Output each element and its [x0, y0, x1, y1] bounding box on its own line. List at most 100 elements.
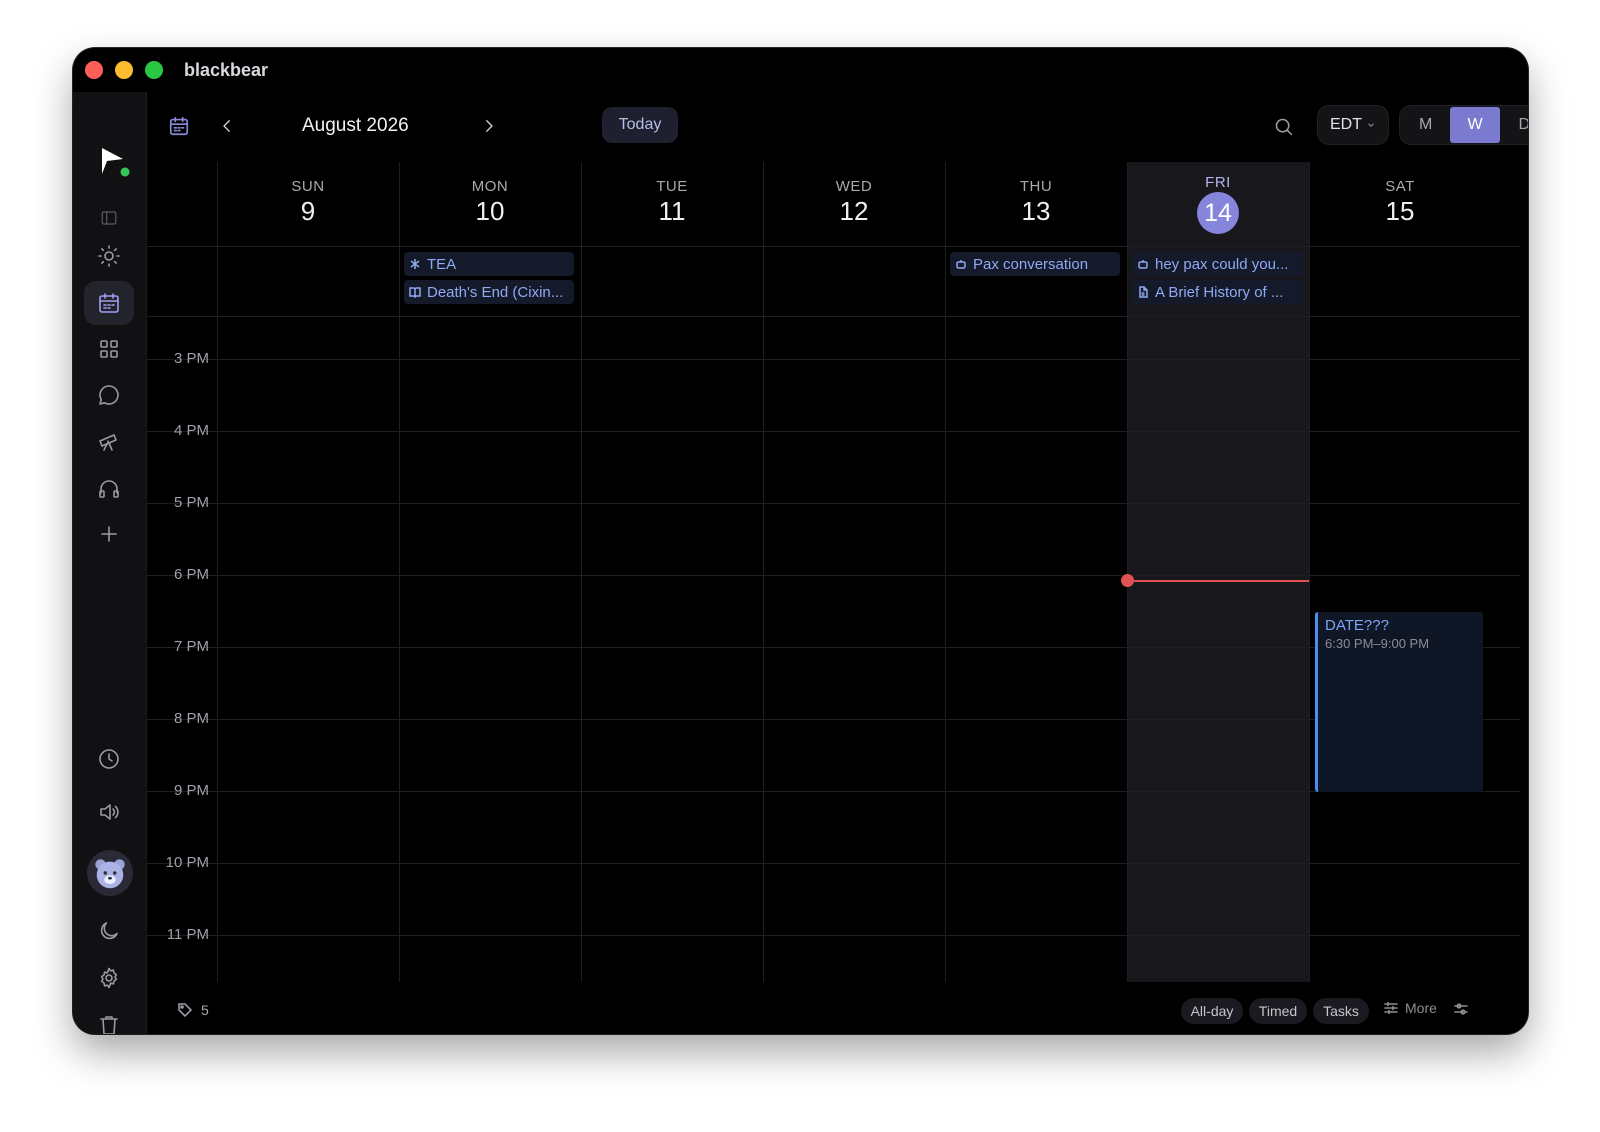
chevron-down-icon — [1368, 123, 1374, 127]
user-avatar[interactable] — [87, 850, 133, 896]
day-header-thu[interactable]: THU 13 — [945, 162, 1127, 246]
chevron-right-icon — [486, 120, 493, 132]
day-number: 9 — [300, 196, 316, 226]
time-label: 8 PM — [173, 710, 209, 727]
sidebar-item-apps[interactable] — [84, 327, 134, 371]
close-window-button[interactable] — [85, 61, 103, 79]
grid-icon — [100, 340, 118, 358]
event-title: Death's End (Cixin... — [427, 283, 564, 301]
allday-event[interactable]: TEA — [404, 252, 574, 276]
day-column-sat[interactable] — [1309, 162, 1491, 982]
day-column-wed[interactable] — [763, 162, 945, 982]
allday-event[interactable]: A Brief History of ... — [1132, 280, 1303, 304]
filter-allday[interactable]: All-day — [1181, 998, 1243, 1024]
maximize-window-button[interactable] — [145, 61, 163, 79]
timed-event[interactable]: DATE??? 6:30 PM–9:00 PM — [1315, 612, 1483, 792]
allday-event[interactable]: Death's End (Cixin... — [404, 280, 574, 304]
event-title: TEA — [427, 255, 457, 273]
view-options-button[interactable] — [1453, 1001, 1469, 1022]
day-number: 11 — [658, 196, 686, 226]
sidebar-item-theme[interactable] — [84, 909, 134, 953]
bot-icon — [1138, 260, 1148, 269]
hour-line — [147, 503, 1520, 504]
calendar-footer: 5 All-day Timed Tasks More — [147, 982, 1528, 1034]
more-label: More — [1405, 1000, 1437, 1016]
sidebar-item-calendar[interactable] — [84, 281, 134, 325]
trash-icon — [100, 1016, 118, 1034]
day-of-week: SAT — [1385, 178, 1415, 195]
search-icon — [1275, 118, 1292, 135]
month-view-button[interactable]: M — [1401, 107, 1450, 143]
search-button[interactable] — [1270, 113, 1296, 139]
timezone-label: EDT — [1330, 116, 1362, 133]
header-divider — [147, 246, 1520, 247]
plus-icon — [101, 526, 117, 542]
sidebar-item-trash[interactable] — [84, 1003, 134, 1034]
week-view-button[interactable]: W — [1450, 107, 1500, 143]
sidebar-item-explore[interactable] — [84, 419, 134, 463]
sidebar-item-today[interactable] — [84, 234, 134, 278]
timezone-select[interactable]: EDT — [1317, 105, 1389, 145]
time-label: 6 PM — [173, 566, 209, 583]
calendar-picker-button[interactable] — [167, 114, 191, 138]
filter-timed[interactable]: Timed — [1249, 998, 1307, 1024]
day-header-wed[interactable]: WED 12 — [763, 162, 945, 246]
chat-bubble-icon — [99, 385, 119, 405]
time-label: 4 PM — [173, 422, 209, 439]
day-header-tue[interactable]: TUE 11 — [581, 162, 763, 246]
day-of-week: SUN — [291, 178, 325, 195]
more-button[interactable]: More — [1383, 1000, 1437, 1016]
sidebar-item-settings[interactable] — [84, 956, 134, 1000]
day-column-thu[interactable] — [945, 162, 1127, 982]
view-switcher: M W D — [1399, 105, 1528, 145]
time-label: 3 PM — [173, 350, 209, 367]
allday-event[interactable]: hey pax could you... — [1132, 252, 1303, 276]
tag-count-label: 5 — [201, 1002, 209, 1018]
moon-icon — [100, 922, 118, 940]
app-logo-icon[interactable] — [97, 144, 133, 180]
hour-line — [147, 431, 1520, 432]
week-grid: SUN 9 MON 10 TUE 11 WED 12 THU 13 FRI 14 — [147, 162, 1528, 982]
current-time-line — [1127, 580, 1309, 582]
sidebar-item-chat[interactable] — [84, 373, 134, 417]
tags-button[interactable]: 5 — [177, 1002, 209, 1018]
filter-tasks[interactable]: Tasks — [1313, 998, 1369, 1024]
day-column-sun[interactable] — [217, 162, 399, 982]
document-icon — [1139, 286, 1148, 298]
day-number: 15 — [1385, 196, 1415, 226]
hour-line — [147, 863, 1520, 864]
time-label: 7 PM — [173, 638, 209, 655]
sidebar-add-button[interactable] — [84, 512, 134, 556]
hour-line — [147, 935, 1520, 936]
day-of-week: MON — [471, 178, 509, 195]
time-label: 9 PM — [173, 782, 209, 799]
app-title: blackbear — [184, 60, 269, 80]
day-header-sat[interactable]: SAT 15 — [1309, 162, 1491, 246]
speaker-icon — [100, 804, 119, 820]
time-label: 5 PM — [173, 494, 209, 511]
day-header-mon[interactable]: MON 10 — [399, 162, 581, 246]
chevron-left-icon — [223, 120, 230, 132]
today-date-badge: 14 — [1197, 192, 1239, 234]
event-time: 6:30 PM–9:00 PM — [1325, 636, 1430, 651]
previous-week-button[interactable] — [215, 114, 239, 138]
current-month-label: August 2026 — [302, 115, 409, 136]
today-button[interactable]: Today — [602, 107, 678, 143]
sparkle-icon — [410, 259, 420, 269]
allday-event[interactable]: Pax conversation — [950, 252, 1120, 276]
sidebar-item-sound[interactable] — [84, 790, 134, 834]
day-view-button[interactable]: D — [1500, 107, 1528, 143]
calendar-toolbar: August 2026 Today EDT M W D — [147, 92, 1528, 162]
day-header-fri[interactable]: FRI 14 — [1127, 162, 1309, 246]
event-title: A Brief History of ... — [1155, 283, 1284, 301]
minimize-window-button[interactable] — [115, 61, 133, 79]
sidebar-item-history[interactable] — [84, 737, 134, 781]
current-time-dot — [1121, 574, 1134, 587]
sidebar-item-audio[interactable] — [84, 466, 134, 510]
next-week-button[interactable] — [477, 114, 501, 138]
event-title: DATE??? — [1325, 617, 1389, 634]
day-header-sun[interactable]: SUN 9 — [217, 162, 399, 246]
day-column-tue[interactable] — [581, 162, 763, 982]
sidebar-toggle-icon — [101, 211, 117, 225]
gear-icon — [100, 967, 118, 989]
